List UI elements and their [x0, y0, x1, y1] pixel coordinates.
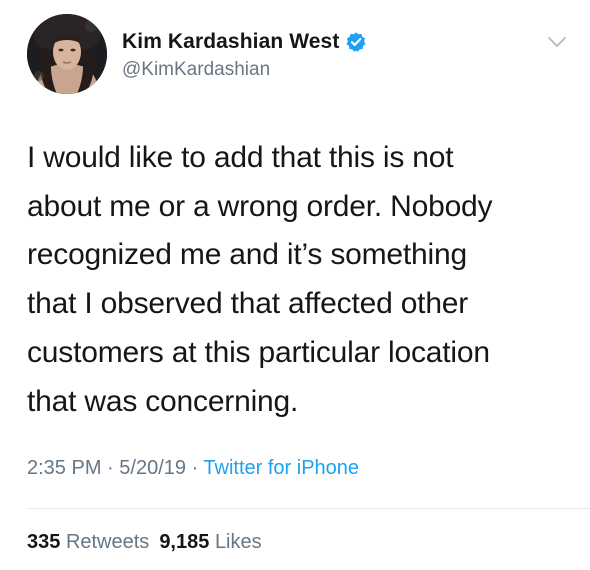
tweet-text-line: I would like to add that this is not — [27, 141, 454, 174]
avatar[interactable] — [27, 14, 107, 94]
author-handle[interactable]: @KimKardashian — [122, 59, 270, 81]
divider — [27, 508, 590, 509]
avatar-image — [27, 14, 107, 94]
tweet-metadata: 2:35 PM · 5/20/19 · Twitter for iPhone — [27, 457, 359, 480]
tweet-stats: 335 Retweets 9,185 Likes — [27, 531, 262, 554]
tweet-text-line: that was concerning. — [27, 384, 299, 418]
tweet-source-link[interactable]: Twitter for iPhone — [203, 457, 359, 479]
tweet-card: Kim Kardashian West @KimKardashian I wou… — [0, 0, 590, 570]
verified-badge-icon — [345, 31, 367, 53]
author-name-row[interactable]: Kim Kardashian West — [122, 28, 367, 56]
retweets-stat[interactable]: 335 Retweets — [27, 531, 149, 553]
tweet-text-line: that I observed that affected other — [27, 287, 469, 321]
tweet-text-line: recognized me and it’s something — [27, 238, 467, 272]
meta-separator: · — [107, 457, 120, 479]
chevron-down-icon[interactable] — [546, 34, 568, 50]
tweet-date[interactable]: 5/20/19 — [119, 457, 186, 479]
retweets-label: Retweets — [65, 531, 150, 553]
retweets-count: 335 — [27, 531, 61, 553]
tweet-text-line: about me or a wrong order. Nobody — [27, 189, 493, 223]
tweet-time[interactable]: 2:35 PM — [27, 457, 101, 479]
tweet-text: I would like to add that this is not abo… — [27, 134, 572, 426]
likes-label: Likes — [214, 531, 262, 553]
author-display-name[interactable]: Kim Kardashian West — [122, 30, 339, 54]
tweet-text-line: customers at this particular location — [27, 335, 490, 369]
likes-stat[interactable]: 9,185 Likes — [159, 531, 261, 553]
meta-separator: · — [191, 457, 204, 479]
likes-count: 9,185 — [159, 531, 210, 553]
